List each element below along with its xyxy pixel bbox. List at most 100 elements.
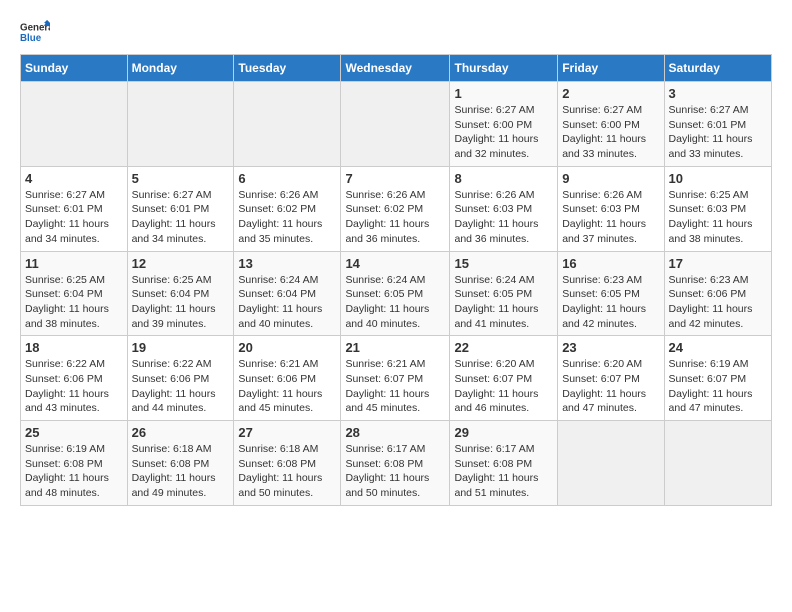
day-cell: 8 Sunrise: 6:26 AMSunset: 6:03 PMDaylight…	[450, 166, 558, 251]
day-info: Sunrise: 6:18 AMSunset: 6:08 PMDaylight:…	[238, 442, 336, 501]
day-number: 12	[132, 256, 230, 271]
day-number: 25	[25, 425, 123, 440]
day-number: 5	[132, 171, 230, 186]
header: General Blue	[20, 20, 772, 44]
day-info: Sunrise: 6:27 AMSunset: 6:01 PMDaylight:…	[669, 103, 767, 162]
day-cell	[664, 421, 771, 506]
day-number: 18	[25, 340, 123, 355]
logo: General Blue	[20, 20, 50, 44]
day-info: Sunrise: 6:27 AMSunset: 6:01 PMDaylight:…	[25, 188, 123, 247]
day-cell: 27 Sunrise: 6:18 AMSunset: 6:08 PMDayligh…	[234, 421, 341, 506]
weekday-header-tuesday: Tuesday	[234, 55, 341, 82]
day-info: Sunrise: 6:22 AMSunset: 6:06 PMDaylight:…	[132, 357, 230, 416]
day-info: Sunrise: 6:21 AMSunset: 6:06 PMDaylight:…	[238, 357, 336, 416]
day-number: 6	[238, 171, 336, 186]
day-number: 26	[132, 425, 230, 440]
day-cell: 20 Sunrise: 6:21 AMSunset: 6:06 PMDayligh…	[234, 336, 341, 421]
day-info: Sunrise: 6:25 AMSunset: 6:04 PMDaylight:…	[132, 273, 230, 332]
day-number: 23	[562, 340, 659, 355]
day-cell: 5 Sunrise: 6:27 AMSunset: 6:01 PMDaylight…	[127, 166, 234, 251]
day-cell: 25 Sunrise: 6:19 AMSunset: 6:08 PMDayligh…	[21, 421, 128, 506]
day-info: Sunrise: 6:26 AMSunset: 6:03 PMDaylight:…	[454, 188, 553, 247]
calendar-body: 1 Sunrise: 6:27 AMSunset: 6:00 PMDaylight…	[21, 82, 772, 506]
day-cell: 24 Sunrise: 6:19 AMSunset: 6:07 PMDayligh…	[664, 336, 771, 421]
day-cell	[558, 421, 664, 506]
calendar-table: SundayMondayTuesdayWednesdayThursdayFrid…	[20, 54, 772, 506]
day-info: Sunrise: 6:25 AMSunset: 6:04 PMDaylight:…	[25, 273, 123, 332]
day-number: 19	[132, 340, 230, 355]
day-cell: 15 Sunrise: 6:24 AMSunset: 6:05 PMDayligh…	[450, 251, 558, 336]
day-number: 24	[669, 340, 767, 355]
day-number: 8	[454, 171, 553, 186]
day-number: 13	[238, 256, 336, 271]
weekday-header-monday: Monday	[127, 55, 234, 82]
day-info: Sunrise: 6:25 AMSunset: 6:03 PMDaylight:…	[669, 188, 767, 247]
day-info: Sunrise: 6:26 AMSunset: 6:03 PMDaylight:…	[562, 188, 659, 247]
svg-text:Blue: Blue	[20, 33, 42, 44]
day-info: Sunrise: 6:26 AMSunset: 6:02 PMDaylight:…	[345, 188, 445, 247]
weekday-header-sunday: Sunday	[21, 55, 128, 82]
day-cell: 19 Sunrise: 6:22 AMSunset: 6:06 PMDayligh…	[127, 336, 234, 421]
day-cell	[127, 82, 234, 167]
day-info: Sunrise: 6:19 AMSunset: 6:07 PMDaylight:…	[669, 357, 767, 416]
day-number: 21	[345, 340, 445, 355]
day-info: Sunrise: 6:23 AMSunset: 6:06 PMDaylight:…	[669, 273, 767, 332]
day-info: Sunrise: 6:22 AMSunset: 6:06 PMDaylight:…	[25, 357, 123, 416]
day-cell: 17 Sunrise: 6:23 AMSunset: 6:06 PMDayligh…	[664, 251, 771, 336]
day-info: Sunrise: 6:24 AMSunset: 6:04 PMDaylight:…	[238, 273, 336, 332]
day-number: 22	[454, 340, 553, 355]
day-number: 17	[669, 256, 767, 271]
weekday-header-friday: Friday	[558, 55, 664, 82]
day-info: Sunrise: 6:26 AMSunset: 6:02 PMDaylight:…	[238, 188, 336, 247]
day-cell: 7Sunrise: 6:26 AMSunset: 6:02 PMDaylight…	[341, 166, 450, 251]
day-cell: 18 Sunrise: 6:22 AMSunset: 6:06 PMDayligh…	[21, 336, 128, 421]
weekday-header-wednesday: Wednesday	[341, 55, 450, 82]
week-row-2: 4 Sunrise: 6:27 AMSunset: 6:01 PMDaylight…	[21, 166, 772, 251]
day-cell: 23Sunrise: 6:20 AMSunset: 6:07 PMDayligh…	[558, 336, 664, 421]
day-number: 10	[669, 171, 767, 186]
day-number: 4	[25, 171, 123, 186]
day-number: 27	[238, 425, 336, 440]
day-cell: 26 Sunrise: 6:18 AMSunset: 6:08 PMDayligh…	[127, 421, 234, 506]
day-number: 15	[454, 256, 553, 271]
day-cell: 22 Sunrise: 6:20 AMSunset: 6:07 PMDayligh…	[450, 336, 558, 421]
day-info: Sunrise: 6:27 AMSunset: 6:01 PMDaylight:…	[132, 188, 230, 247]
day-number: 28	[345, 425, 445, 440]
day-cell: 16 Sunrise: 6:23 AMSunset: 6:05 PMDayligh…	[558, 251, 664, 336]
day-number: 20	[238, 340, 336, 355]
day-info: Sunrise: 6:18 AMSunset: 6:08 PMDaylight:…	[132, 442, 230, 501]
day-cell: 21 Sunrise: 6:21 AMSunset: 6:07 PMDayligh…	[341, 336, 450, 421]
day-number: 1	[454, 86, 553, 101]
day-number: 2	[562, 86, 659, 101]
day-info: Sunrise: 6:17 AMSunset: 6:08 PMDaylight:…	[345, 442, 445, 501]
day-info: Sunrise: 6:27 AMSunset: 6:00 PMDaylight:…	[562, 103, 659, 162]
day-cell: 4 Sunrise: 6:27 AMSunset: 6:01 PMDaylight…	[21, 166, 128, 251]
day-number: 11	[25, 256, 123, 271]
day-cell	[341, 82, 450, 167]
day-cell: 9 Sunrise: 6:26 AMSunset: 6:03 PMDaylight…	[558, 166, 664, 251]
day-number: 3	[669, 86, 767, 101]
day-cell: 11 Sunrise: 6:25 AMSunset: 6:04 PMDayligh…	[21, 251, 128, 336]
day-info: Sunrise: 6:20 AMSunset: 6:07 PMDaylight:…	[454, 357, 553, 416]
day-info: Sunrise: 6:17 AMSunset: 6:08 PMDaylight:…	[454, 442, 553, 501]
day-cell	[234, 82, 341, 167]
day-cell: 3 Sunrise: 6:27 AMSunset: 6:01 PMDaylight…	[664, 82, 771, 167]
day-info: Sunrise: 6:24 AMSunset: 6:05 PMDaylight:…	[454, 273, 553, 332]
day-number: 9	[562, 171, 659, 186]
day-cell: 10 Sunrise: 6:25 AMSunset: 6:03 PMDayligh…	[664, 166, 771, 251]
day-info: Sunrise: 6:27 AMSunset: 6:00 PMDaylight:…	[454, 103, 553, 162]
day-cell	[21, 82, 128, 167]
day-cell: 14 Sunrise: 6:24 AMSunset: 6:05 PMDayligh…	[341, 251, 450, 336]
week-row-1: 1 Sunrise: 6:27 AMSunset: 6:00 PMDaylight…	[21, 82, 772, 167]
day-cell: 29 Sunrise: 6:17 AMSunset: 6:08 PMDayligh…	[450, 421, 558, 506]
day-number: 16	[562, 256, 659, 271]
day-cell: 2 Sunrise: 6:27 AMSunset: 6:00 PMDaylight…	[558, 82, 664, 167]
day-info: Sunrise: 6:19 AMSunset: 6:08 PMDaylight:…	[25, 442, 123, 501]
day-info: Sunrise: 6:24 AMSunset: 6:05 PMDaylight:…	[345, 273, 445, 332]
day-info: Sunrise: 6:21 AMSunset: 6:07 PMDaylight:…	[345, 357, 445, 416]
day-cell: 13 Sunrise: 6:24 AMSunset: 6:04 PMDayligh…	[234, 251, 341, 336]
day-number: 14	[345, 256, 445, 271]
day-info: Sunrise: 6:23 AMSunset: 6:05 PMDaylight:…	[562, 273, 659, 332]
weekday-header-row: SundayMondayTuesdayWednesdayThursdayFrid…	[21, 55, 772, 82]
day-number: 29	[454, 425, 553, 440]
